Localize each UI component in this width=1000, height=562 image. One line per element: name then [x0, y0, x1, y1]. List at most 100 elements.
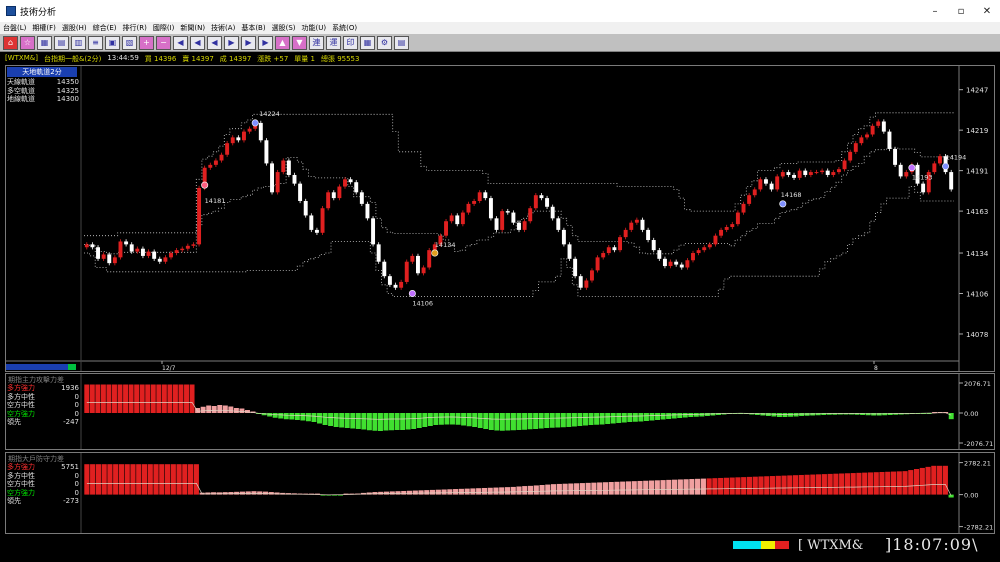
panel2-bar [516, 413, 522, 430]
signal-label: 14193 [912, 174, 933, 182]
candle-body [668, 261, 673, 267]
candle-body [662, 258, 667, 267]
panel2-tick-label: 0.00 [964, 410, 978, 418]
signal-marker [251, 119, 259, 127]
menu-item[interactable]: 功能(U) [299, 23, 330, 33]
candle-body [185, 245, 190, 249]
signal-label: 14224 [259, 110, 280, 118]
defense-force-chart[interactable]: 2782.21 0.00 -2782.21 [6, 453, 994, 533]
panel3-bar [245, 491, 251, 495]
grid-icon[interactable]: ▦ [37, 35, 52, 50]
panel2-bar [267, 413, 273, 417]
star-icon[interactable]: ☆ [20, 35, 35, 50]
signal-label: 14194 [946, 153, 967, 161]
defense-force-panel[interactable]: 2782.21 0.00 -2782.21 期指大戶防守力差 多方強力 5751 多方中… [5, 452, 995, 534]
legend-value: 14350 [56, 78, 79, 86]
panel3-bar [574, 483, 580, 495]
candle-body [292, 174, 297, 184]
panel3-bar [764, 476, 770, 495]
calc-icon[interactable]: 運 [326, 35, 341, 50]
menu-item[interactable]: 新聞(N) [177, 23, 208, 33]
panel3-bar [499, 487, 505, 495]
menu-item[interactable]: 基本(B) [238, 23, 268, 33]
candle-body [314, 229, 319, 233]
settings-icon[interactable]: ⚙ [377, 35, 392, 50]
candle-body [584, 280, 589, 288]
price-chart[interactable]: 14247 14219 14191 14163 14134 14106 14078 12/7 8… [6, 66, 994, 371]
panel3-bar [597, 482, 603, 495]
attack-force-panel[interactable]: 2076.71 0.00 -2076.71 期指主力攻擊力差 多方強力 1936 多方中… [5, 373, 995, 450]
date-label: 8 [874, 365, 878, 371]
panel2-bar [178, 384, 184, 413]
legend-label: 多方強力 [7, 384, 35, 392]
panel3-bar [211, 492, 217, 495]
list-icon[interactable]: ≡ [88, 35, 103, 50]
panel2-bar [444, 413, 450, 425]
panel2-bar [328, 413, 334, 426]
down-icon[interactable]: ▼ [292, 35, 307, 50]
menu-item[interactable]: 期權(F) [29, 23, 59, 33]
candle-body [561, 229, 566, 245]
panel3-bar [798, 474, 804, 495]
price-tick-label: 14106 [966, 291, 989, 299]
panel3-bar [568, 483, 574, 495]
panel3-bar [533, 485, 539, 495]
candle-body [135, 248, 140, 252]
candle-body [853, 143, 858, 152]
menu-item[interactable]: 系統(O) [329, 23, 360, 33]
minimize-button[interactable]: – [922, 0, 948, 22]
signal-marker [942, 162, 950, 170]
table-icon[interactable]: ▤ [54, 35, 69, 50]
add-icon[interactable]: + [139, 35, 154, 50]
symbol-code[interactable]: [WTXM&] [5, 54, 38, 64]
candle-body [359, 192, 364, 204]
date-label: 12/7 [162, 365, 176, 371]
panel2-bar [699, 413, 705, 417]
candle-body [898, 164, 903, 177]
panel2-bar [233, 408, 239, 413]
menu-item[interactable]: 選股(H) [59, 23, 90, 33]
doc-icon[interactable]: ▣ [105, 35, 120, 50]
panel3-bar [539, 485, 545, 495]
minus-icon[interactable]: − [156, 35, 171, 50]
candle-body [213, 160, 218, 165]
menu-item[interactable]: 台盤(L) [0, 23, 29, 33]
prev-icon[interactable]: ◀ [207, 35, 222, 50]
print-icon[interactable]: 印 [343, 35, 358, 50]
candle-body [326, 192, 331, 209]
panel3-bar [885, 471, 891, 495]
menu-item[interactable]: 排行(R) [120, 23, 150, 33]
up-icon[interactable]: ▲ [275, 35, 290, 50]
close-button[interactable]: ✕ [974, 0, 1000, 22]
panel2-bar [510, 413, 516, 431]
panel3-bar [182, 464, 188, 495]
attack-force-chart[interactable]: 2076.71 0.00 -2076.71 [6, 374, 994, 449]
prev-fast-icon[interactable]: ◀ [190, 35, 205, 50]
maximize-button[interactable]: ▫ [948, 0, 974, 22]
next-icon[interactable]: ▶ [224, 35, 239, 50]
candle-body [140, 248, 145, 256]
chart-icon[interactable]: ▧ [122, 35, 137, 50]
candle-body [460, 212, 465, 225]
menu-item[interactable]: 技術(A) [208, 23, 238, 33]
candle-body [713, 235, 718, 245]
panel3-bar [781, 475, 787, 495]
next-fast-icon[interactable]: ▶ [241, 35, 256, 50]
candle-body [477, 192, 482, 201]
first-icon[interactable]: ◀ [173, 35, 188, 50]
price-chart-panel[interactable]: 14247 14219 14191 14163 14134 14106 14078 12/7 8… [5, 65, 995, 372]
panel3-bar [879, 471, 885, 495]
menu-item[interactable]: 綜合(E) [90, 23, 120, 33]
candle-body [808, 172, 813, 175]
symbol-name: 台指期一般&(2分) [43, 55, 102, 63]
book-icon[interactable]: ▥ [71, 35, 86, 50]
candle-body [752, 189, 757, 196]
save-icon[interactable]: ▤ [394, 35, 409, 50]
menu-item[interactable]: 國際(I) [150, 23, 178, 33]
link-icon[interactable]: 連 [309, 35, 324, 50]
panel3-bar [844, 473, 850, 495]
menu-item[interactable]: 選股(S) [269, 23, 299, 33]
last-icon[interactable]: ▶ [258, 35, 273, 50]
home-icon[interactable]: ⌂ [3, 35, 18, 50]
book2-icon[interactable]: ▦ [360, 35, 375, 50]
